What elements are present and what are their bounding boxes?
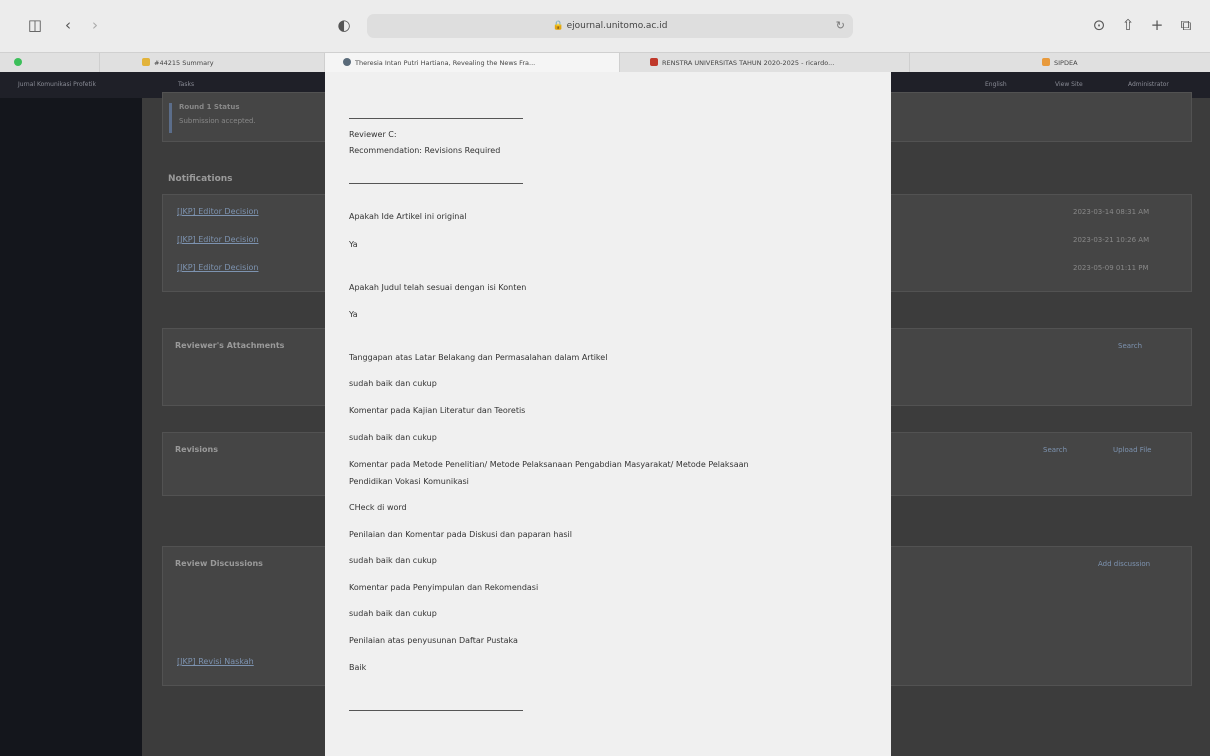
review-answer: sudah baik dan cukup <box>349 433 437 442</box>
divider <box>349 710 523 711</box>
review-question: Penilaian atas penyusunan Daftar Pustaka <box>349 636 518 645</box>
review-question: Penilaian dan Komentar pada Diskusi dan … <box>349 530 572 539</box>
share-icon[interactable]: ⇧ <box>1117 14 1139 36</box>
tab-active-article[interactable]: Theresia Intan Putri Hartiana, Revealing… <box>325 53 620 73</box>
review-answer: Baik <box>349 663 367 672</box>
review-answer: Ya <box>349 240 358 249</box>
review-question: Apakah Judul telah sesuai dengan isi Kon… <box>349 283 527 292</box>
forward-icon[interactable]: › <box>84 14 106 36</box>
reload-icon[interactable]: ↻ <box>836 14 845 38</box>
tab-favicon <box>650 58 658 66</box>
privacy-shield-icon[interactable]: ◐ <box>333 14 355 36</box>
tab-bar: #44215 Summary Theresia Intan Putri Hart… <box>0 52 1210 73</box>
review-question: Apakah Ide Artikel ini original <box>349 212 467 221</box>
download-icon[interactable]: ⊙ <box>1088 14 1110 36</box>
review-answer: sudah baik dan cukup <box>349 379 437 388</box>
sidebar-toggle-icon[interactable]: ◫ <box>24 14 46 36</box>
review-question-cont: Pendidikan Vokasi Komunikasi <box>349 477 469 486</box>
review-modal: Reviewer C: Recommendation: Revisions Re… <box>325 72 891 756</box>
tab-favicon <box>142 58 150 66</box>
app-sidebar <box>0 98 142 756</box>
recommendation: Recommendation: Revisions Required <box>349 146 501 155</box>
tab-overview-icon[interactable]: ⧉ <box>1175 14 1197 36</box>
divider <box>349 118 523 119</box>
review-question: Komentar pada Metode Penelitian/ Metode … <box>349 460 749 469</box>
review-answer: CHeck di word <box>349 503 407 512</box>
tab-summary[interactable]: #44215 Summary <box>100 53 325 73</box>
browser-toolbar: ◫ ‹ › ◐ 🔒 ejournal.unitomo.ac.id ↻ ⊙ ⇧ +… <box>0 0 1210 52</box>
divider <box>349 183 523 184</box>
tab-favicon <box>1042 58 1050 66</box>
new-tab-icon[interactable]: + <box>1146 14 1168 36</box>
review-question: Komentar pada Penyimpulan dan Rekomendas… <box>349 583 539 592</box>
tab-favicon <box>343 58 351 66</box>
review-question: Tanggapan atas Latar Belakang dan Permas… <box>349 353 608 362</box>
pinned-tab[interactable] <box>0 53 100 73</box>
review-answer: sudah baik dan cukup <box>349 556 437 565</box>
reviewer-label: Reviewer C: <box>349 130 397 139</box>
address-bar[interactable]: 🔒 ejournal.unitomo.ac.id ↻ <box>367 14 853 38</box>
tab-sipdea[interactable]: SIPDEA <box>910 53 1210 73</box>
review-question: Komentar pada Kajian Literatur dan Teore… <box>349 406 526 415</box>
tab-renstra[interactable]: RENSTRA UNIVERSITAS TAHUN 2020-2025 - ri… <box>620 53 910 73</box>
address-text: ejournal.unitomo.ac.id <box>566 21 668 31</box>
review-answer: Ya <box>349 310 358 319</box>
back-icon[interactable]: ‹ <box>57 14 79 36</box>
review-answer: sudah baik dan cukup <box>349 609 437 618</box>
lock-icon: 🔒 <box>552 21 564 31</box>
